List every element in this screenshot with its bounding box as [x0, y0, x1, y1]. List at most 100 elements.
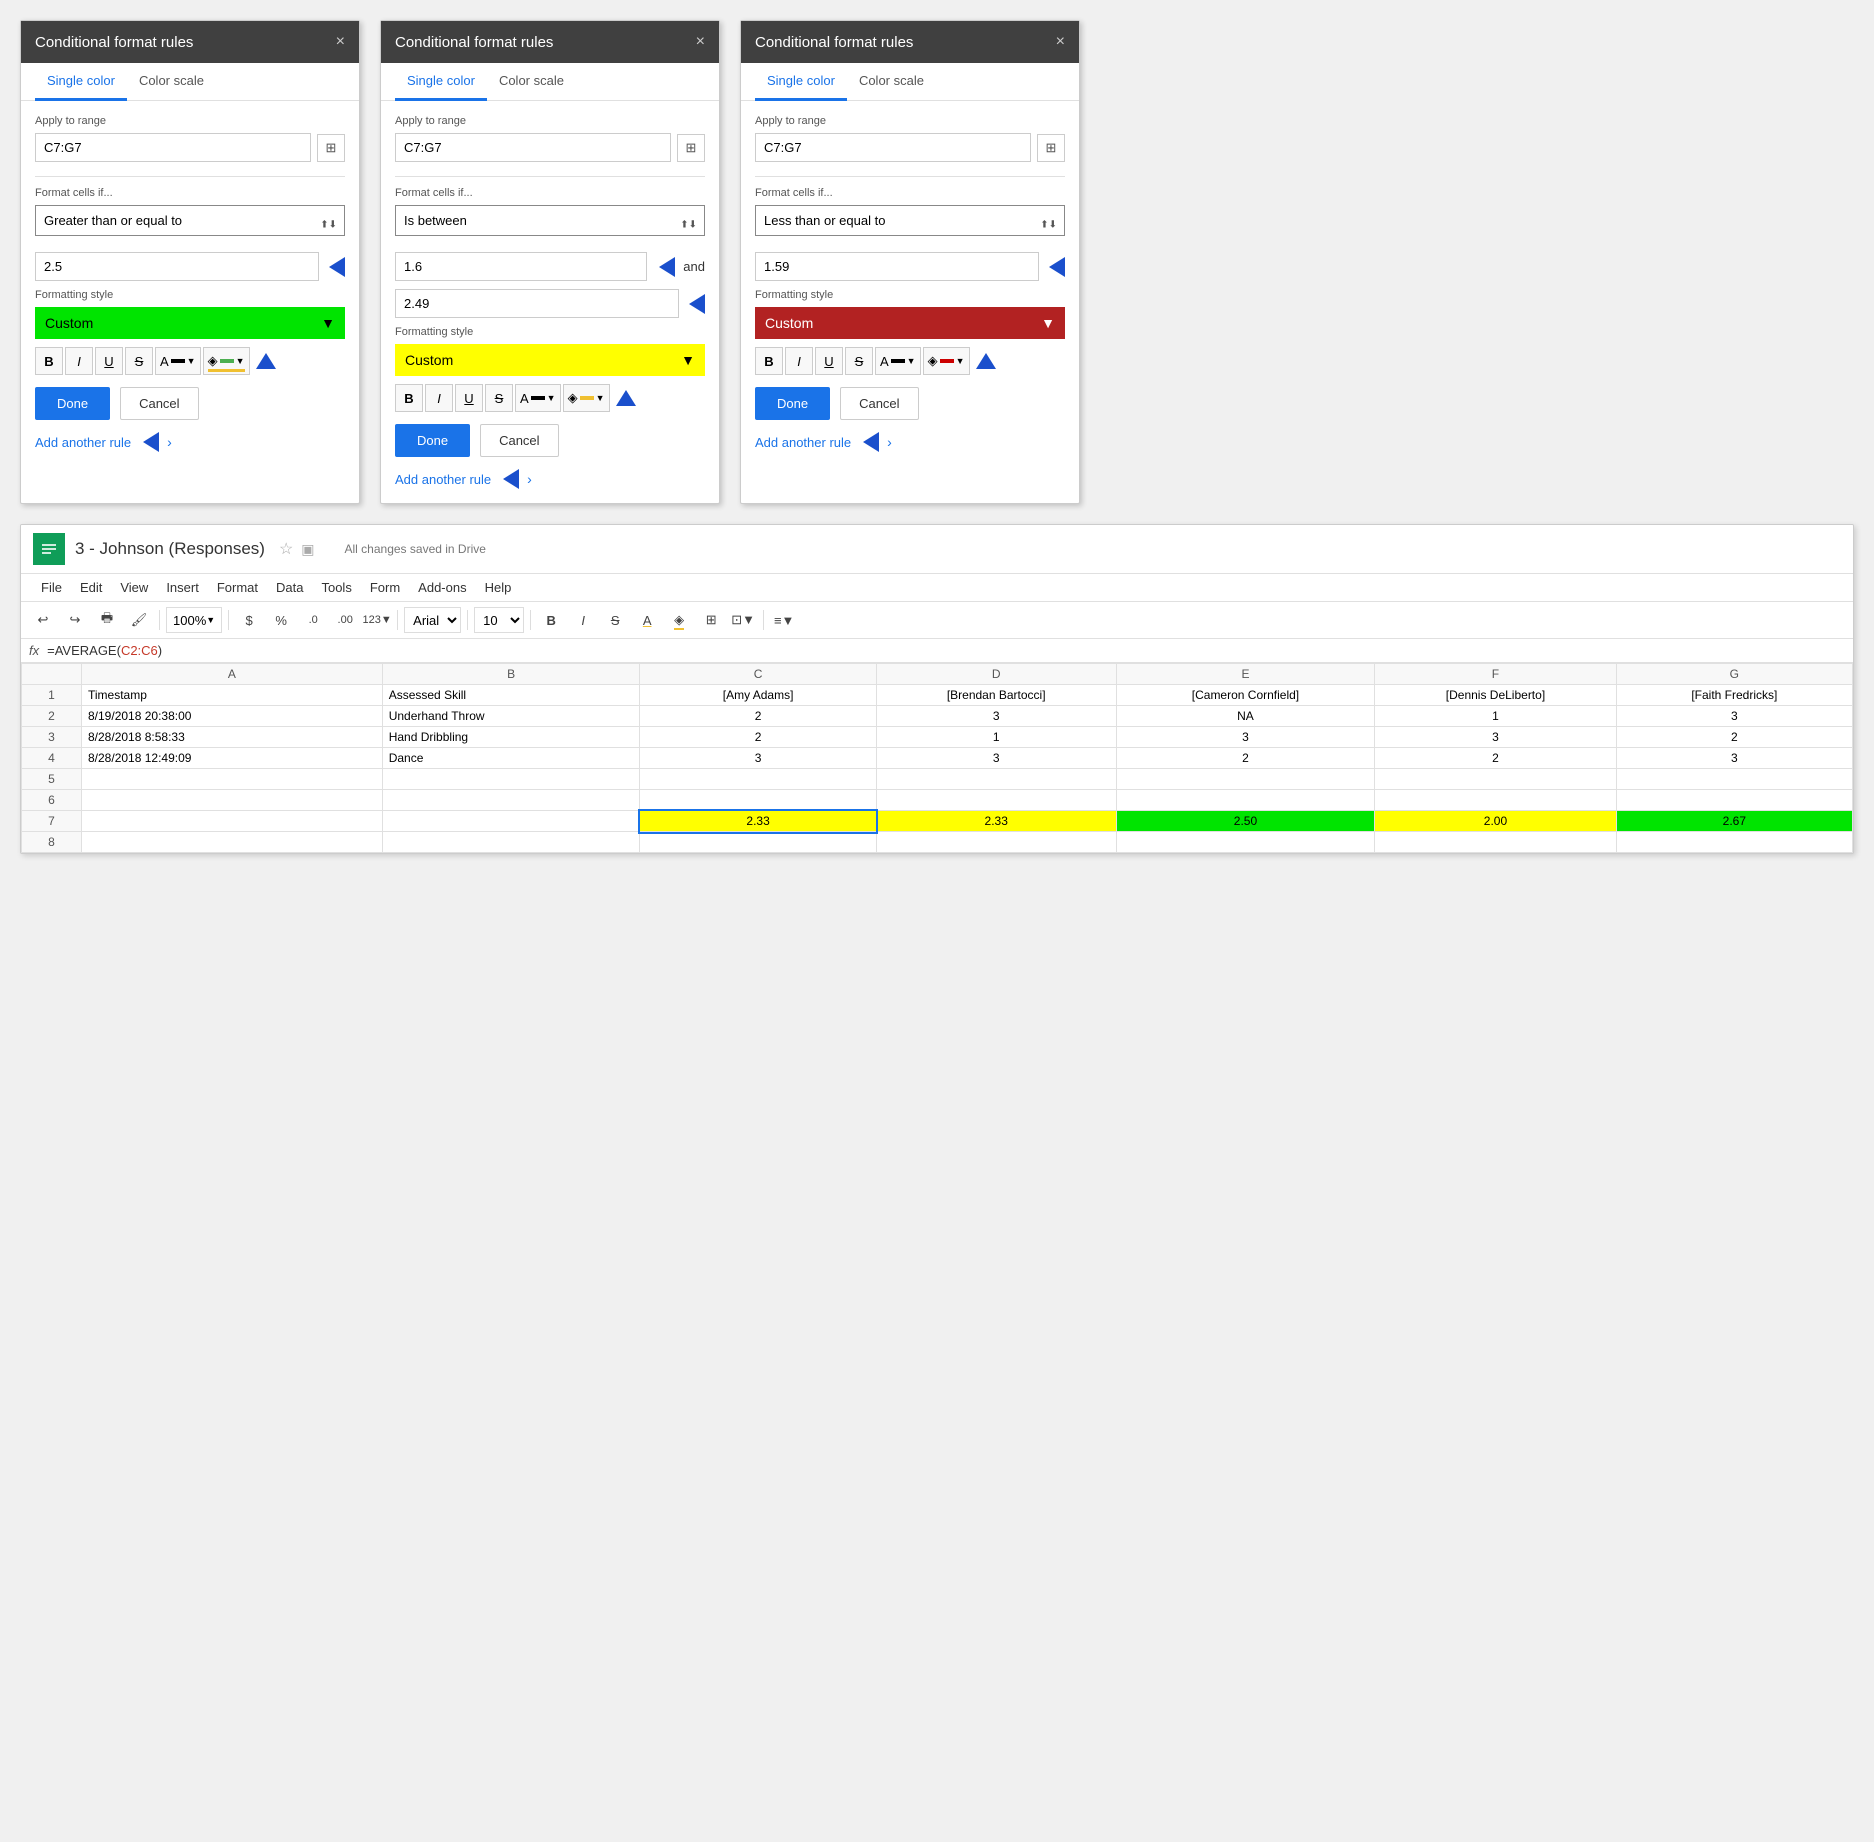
strikethrough-btn-2[interactable]: S: [485, 384, 513, 412]
redo-btn[interactable]: ↪: [61, 606, 89, 634]
cell-5g[interactable]: [1616, 769, 1852, 790]
range-input-3[interactable]: [755, 133, 1031, 162]
col-header-f[interactable]: F: [1375, 664, 1616, 685]
cell-4e[interactable]: 2: [1116, 748, 1375, 769]
cell-8g[interactable]: [1616, 832, 1852, 853]
menu-addons[interactable]: Add-ons: [410, 576, 474, 599]
cell-1e[interactable]: [Cameron Cornfield]: [1116, 685, 1375, 706]
tab-single-color-1[interactable]: Single color: [35, 63, 127, 101]
cell-6a[interactable]: [82, 790, 383, 811]
value-input-1[interactable]: [35, 252, 319, 281]
cell-7g[interactable]: 2.67: [1616, 811, 1852, 832]
bold-btn-3[interactable]: B: [755, 347, 783, 375]
grid-icon-3[interactable]: ⊞: [1037, 134, 1065, 162]
col-header-g[interactable]: G: [1616, 664, 1852, 685]
font-select[interactable]: Arial: [404, 607, 461, 633]
col-header-b[interactable]: B: [382, 664, 640, 685]
col-header-c[interactable]: C: [640, 664, 876, 685]
done-btn-2[interactable]: Done: [395, 424, 470, 457]
underline-btn-1[interactable]: U: [95, 347, 123, 375]
cell-6f[interactable]: [1375, 790, 1616, 811]
cell-7a[interactable]: [82, 811, 383, 832]
undo-btn[interactable]: ↩: [29, 606, 57, 634]
cell-4c[interactable]: 3: [640, 748, 876, 769]
decimal-dec-btn[interactable]: .0: [299, 606, 327, 634]
strikethrough-btn-3[interactable]: S: [845, 347, 873, 375]
menu-view[interactable]: View: [112, 576, 156, 599]
panel-3-close[interactable]: ×: [1056, 33, 1065, 51]
italic-btn-3[interactable]: I: [785, 347, 813, 375]
grid-icon-1[interactable]: ⊞: [317, 134, 345, 162]
cell-3g[interactable]: 2: [1616, 727, 1852, 748]
condition-select-3[interactable]: Less than or equal to Greater than or eq…: [755, 205, 1065, 236]
panel-2-close[interactable]: ×: [696, 33, 705, 51]
font-color-btn-3[interactable]: A ▼: [875, 347, 921, 375]
cell-3f[interactable]: 3: [1375, 727, 1616, 748]
merge-toolbar-btn[interactable]: ⊡▼: [729, 606, 757, 634]
cell-8a[interactable]: [82, 832, 383, 853]
custom-btn-2[interactable]: Custom ▼: [395, 344, 705, 376]
cell-4f[interactable]: 2: [1375, 748, 1616, 769]
menu-edit[interactable]: Edit: [72, 576, 110, 599]
cell-4a[interactable]: 8/28/2018 12:49:09: [82, 748, 383, 769]
cell-4g[interactable]: 3: [1616, 748, 1852, 769]
panel-1-close[interactable]: ×: [336, 33, 345, 51]
folder-icon[interactable]: ▣: [301, 541, 314, 558]
cell-6e[interactable]: [1116, 790, 1375, 811]
format-num-btn[interactable]: 123▼: [363, 606, 391, 634]
cell-2e[interactable]: NA: [1116, 706, 1375, 727]
menu-insert[interactable]: Insert: [158, 576, 207, 599]
align-toolbar-btn[interactable]: ≡▼: [770, 606, 798, 634]
col-header-a[interactable]: A: [82, 664, 383, 685]
cell-3a[interactable]: 8/28/2018 8:58:33: [82, 727, 383, 748]
bold-toolbar-btn[interactable]: B: [537, 606, 565, 634]
cell-2f[interactable]: 1: [1375, 706, 1616, 727]
range-input-2[interactable]: [395, 133, 671, 162]
add-rule-1[interactable]: Add another rule ›: [35, 432, 345, 452]
fill-color-toolbar-btn[interactable]: ◈: [665, 606, 693, 634]
decimal-inc-btn[interactable]: .00: [331, 606, 359, 634]
done-btn-1[interactable]: Done: [35, 387, 110, 420]
fill-color-btn-3[interactable]: ◈ ▼: [923, 347, 970, 375]
star-icon[interactable]: ☆: [279, 539, 293, 559]
cell-8f[interactable]: [1375, 832, 1616, 853]
cell-7c[interactable]: 2.33: [640, 811, 876, 832]
font-size-select[interactable]: 10: [474, 607, 524, 633]
menu-file[interactable]: File: [33, 576, 70, 599]
col-header-d[interactable]: D: [876, 664, 1116, 685]
font-color-toolbar-btn[interactable]: A: [633, 606, 661, 634]
value-input-2b[interactable]: [395, 289, 679, 318]
cell-3d[interactable]: 1: [876, 727, 1116, 748]
range-input-1[interactable]: [35, 133, 311, 162]
value-input-3[interactable]: [755, 252, 1039, 281]
cell-2g[interactable]: 3: [1616, 706, 1852, 727]
strikethrough-btn-1[interactable]: S: [125, 347, 153, 375]
cell-5f[interactable]: [1375, 769, 1616, 790]
cell-5b[interactable]: [382, 769, 640, 790]
cell-6g[interactable]: [1616, 790, 1852, 811]
menu-help[interactable]: Help: [477, 576, 520, 599]
menu-data[interactable]: Data: [268, 576, 311, 599]
cell-6d[interactable]: [876, 790, 1116, 811]
format-paint-btn[interactable]: 🖌: [125, 606, 153, 634]
add-rule-3[interactable]: Add another rule ›: [755, 432, 1065, 452]
cancel-btn-1[interactable]: Cancel: [120, 387, 198, 420]
fill-color-btn-2[interactable]: ◈ ▼: [563, 384, 610, 412]
cell-8c[interactable]: [640, 832, 876, 853]
cell-5a[interactable]: [82, 769, 383, 790]
strikethrough-toolbar-btn[interactable]: S: [601, 606, 629, 634]
bold-btn-2[interactable]: B: [395, 384, 423, 412]
underline-btn-3[interactable]: U: [815, 347, 843, 375]
cell-1f[interactable]: [Dennis DeLiberto]: [1375, 685, 1616, 706]
zoom-select[interactable]: 100% ▼: [166, 607, 222, 633]
tab-color-scale-2[interactable]: Color scale: [487, 63, 576, 101]
cell-4b[interactable]: Dance: [382, 748, 640, 769]
cell-1b[interactable]: Assessed Skill: [382, 685, 640, 706]
condition-select-1[interactable]: Greater than or equal to Is between Less…: [35, 205, 345, 236]
custom-btn-1[interactable]: Custom ▼: [35, 307, 345, 339]
cell-5e[interactable]: [1116, 769, 1375, 790]
add-rule-2[interactable]: Add another rule ›: [395, 469, 705, 489]
col-header-e[interactable]: E: [1116, 664, 1375, 685]
tab-color-scale-1[interactable]: Color scale: [127, 63, 216, 101]
cell-7b[interactable]: [382, 811, 640, 832]
